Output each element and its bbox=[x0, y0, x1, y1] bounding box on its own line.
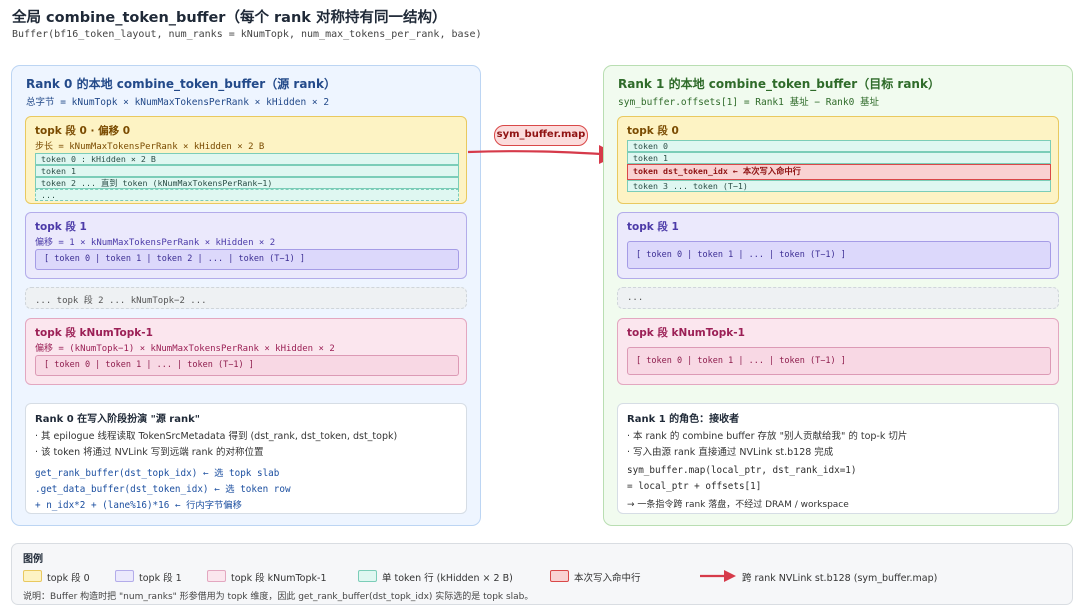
rank1-role-card: Rank 1 的角色：接收者 · 本 rank 的 combine buffer… bbox=[617, 403, 1059, 514]
role-card-line: · 写入由源 rank 直接通过 NVLink st.b128 完成 bbox=[627, 447, 834, 458]
legend-swatch-hit bbox=[550, 570, 569, 582]
role-card-line: · 该 token 将通过 NVLink 写到远端 rank 的对称位置 bbox=[35, 447, 264, 458]
rank1-panel-subtitle: sym_buffer.offsets[1] = Rank1 基址 − Rank0… bbox=[618, 97, 880, 108]
token-row-hit: token dst_token_idx ← 本次写入命中行 bbox=[627, 164, 1051, 180]
role-card-line: · 其 epilogue 线程读取 TokenSrcMetadata 得到 (d… bbox=[35, 431, 398, 442]
rank0-role-card: Rank 0 在写入阶段扮演 "源 rank" · 其 epilogue 线程读… bbox=[25, 403, 467, 514]
legend-swatch-yellow bbox=[23, 570, 42, 582]
legend-label: topk 段 1 bbox=[139, 573, 182, 584]
rank0-panel-title: Rank 0 的本地 combine_token_buffer（源 rank） bbox=[26, 77, 336, 91]
token-row: token 1 bbox=[627, 152, 1051, 164]
role-card-title: Rank 1 的角色：接收者 bbox=[627, 414, 740, 425]
token-row: token 3 ... token (T−1) bbox=[627, 180, 1051, 192]
legend-label: topk 段 kNumTopk-1 bbox=[231, 573, 327, 584]
rank1-topk-segment-0: topk 段 0 token 0 token 1 token dst_token… bbox=[617, 116, 1059, 204]
segment-title: topk 段 1 bbox=[627, 221, 679, 233]
role-card-note: → 一条指令跨 rank 落盘，不经过 DRAM / workspace bbox=[627, 500, 849, 510]
rank0-topk-segment-0: topk 段 0 · 偏移 0 步长 = kNumMaxTokensPerRan… bbox=[25, 116, 467, 204]
segment-subtitle: 偏移 = 1 × kNumMaxTokensPerRank × kHidden … bbox=[35, 238, 276, 248]
rank1-panel-title: Rank 1 的本地 combine_token_buffer（目标 rank） bbox=[618, 77, 940, 91]
segment-title: topk 段 0 bbox=[627, 125, 679, 137]
role-card-code: + n_idx*2 + (lane%16)*16 ← 行内字节偏移 bbox=[35, 500, 242, 511]
nvlink-arrow-line bbox=[467, 150, 602, 156]
role-card-title: Rank 0 在写入阶段扮演 "源 rank" bbox=[35, 414, 200, 425]
segment-title: topk 段 0 · 偏移 0 bbox=[35, 125, 131, 137]
legend-swatch-pink bbox=[207, 570, 226, 582]
segment-title: topk 段 kNumTopk-1 bbox=[627, 327, 745, 339]
token-strip: [ token 0 | token 1 | ... | token (T−1) … bbox=[627, 347, 1051, 375]
rank0-topk-segment-1: topk 段 1 偏移 = 1 × kNumMaxTokensPerRank ×… bbox=[25, 212, 467, 279]
token-row: ... bbox=[35, 189, 459, 201]
segment-title: topk 段 1 bbox=[35, 221, 87, 233]
rank1-panel: Rank 1 的本地 combine_token_buffer（目标 rank）… bbox=[603, 65, 1073, 526]
token-row: token 0 bbox=[627, 140, 1051, 152]
ellipsis-text: ... bbox=[627, 293, 644, 303]
legend-label: 单 token 行 (kHidden × 2 B) bbox=[382, 573, 513, 584]
legend-label: 跨 rank NVLink st.b128 (sym_buffer.map) bbox=[742, 573, 938, 584]
ellipsis-text: ... topk 段 2 ... kNumTopk−2 ... bbox=[35, 296, 207, 306]
segment-title: topk 段 kNumTopk-1 bbox=[35, 327, 153, 339]
role-card-line: · 本 rank 的 combine buffer 存放 "别人贡献给我" 的 … bbox=[627, 431, 908, 442]
legend-swatch-teal bbox=[358, 570, 377, 582]
token-row: token 1 bbox=[35, 165, 459, 177]
role-card-code: get_rank_buffer(dst_topk_idx) ← 选 topk s… bbox=[35, 468, 280, 479]
legend-note: 说明：Buffer 构造时把 "num_ranks" 形参借用为 topk 维度… bbox=[23, 592, 534, 602]
legend-label: topk 段 0 bbox=[47, 573, 90, 584]
page-title: 全局 combine_token_buffer（每个 rank 对称持有同一结构… bbox=[12, 10, 447, 26]
token-strip: [ token 0 | token 1 | token 2 | ... | to… bbox=[35, 249, 459, 270]
rank0-topk-segment-last: topk 段 kNumTopk-1 偏移 = (kNumTopk−1) × kN… bbox=[25, 318, 467, 385]
segment-subtitle: 偏移 = (kNumTopk−1) × kNumMaxTokensPerRank… bbox=[35, 344, 335, 354]
token-strip: [ token 0 | token 1 | ... | token (T−1) … bbox=[627, 241, 1051, 269]
rank1-segment-ellipsis: ... bbox=[617, 287, 1059, 309]
rank1-topk-segment-last: topk 段 kNumTopk-1 [ token 0 | token 1 | … bbox=[617, 318, 1059, 385]
rank0-segment-ellipsis: ... topk 段 2 ... kNumTopk−2 ... bbox=[25, 287, 467, 309]
rank0-panel-subtitle: 总字节 = kNumTopk × kNumMaxTokensPerRank × … bbox=[26, 97, 330, 108]
rank0-panel: Rank 0 的本地 combine_token_buffer（源 rank） … bbox=[11, 65, 481, 526]
role-card-code: = local_ptr + offsets[1] bbox=[627, 481, 762, 492]
role-card-code: sym_buffer.map(local_ptr, dst_rank_idx=1… bbox=[627, 465, 857, 476]
legend-arrow-icon bbox=[700, 570, 736, 582]
arrow-label: sym_buffer.map bbox=[494, 125, 588, 146]
token-row: token 0 : kHidden × 2 B bbox=[35, 153, 459, 165]
role-card-code: .get_data_buffer(dst_token_idx) ← 选 toke… bbox=[35, 484, 291, 495]
legend-title: 图例 bbox=[23, 554, 43, 565]
segment-subtitle: 步长 = kNumMaxTokensPerRank × kHidden × 2 … bbox=[35, 142, 265, 152]
token-row: token 2 ... 直到 token (kNumMaxTokensPerRa… bbox=[35, 177, 459, 189]
legend-label: 本次写入命中行 bbox=[574, 573, 641, 584]
legend: 图例 topk 段 0 topk 段 1 topk 段 kNumTopk-1 单… bbox=[11, 543, 1073, 605]
token-strip: [ token 0 | token 1 | ... | token (T−1) … bbox=[35, 355, 459, 376]
page-subtitle: Buffer(bf16_token_layout, num_ranks = kN… bbox=[12, 29, 482, 40]
legend-swatch-purple bbox=[115, 570, 134, 582]
rank1-topk-segment-1: topk 段 1 [ token 0 | token 1 | ... | tok… bbox=[617, 212, 1059, 279]
